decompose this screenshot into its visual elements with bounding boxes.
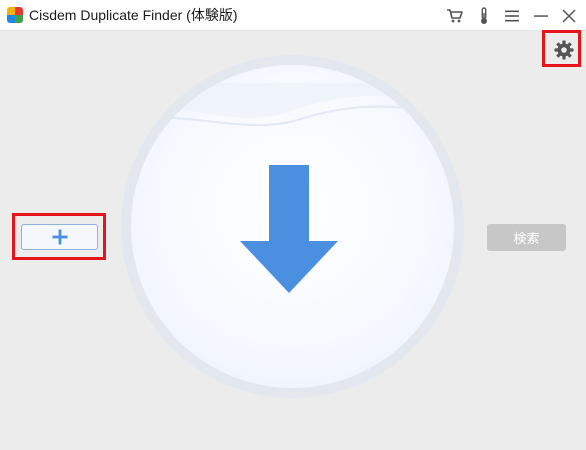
arrow-down-icon xyxy=(240,165,338,293)
menu-icon[interactable] xyxy=(501,5,523,27)
minimize-icon[interactable] xyxy=(530,5,552,27)
thermometer-icon[interactable] xyxy=(473,5,495,27)
plus-icon xyxy=(52,229,67,245)
cart-icon[interactable] xyxy=(444,5,466,27)
search-button[interactable]: 検索 xyxy=(487,224,566,251)
close-icon[interactable] xyxy=(558,5,580,27)
add-folder-button[interactable] xyxy=(21,224,98,250)
gear-icon xyxy=(554,40,574,60)
window-title: Cisdem Duplicate Finder (体験版) xyxy=(29,7,238,23)
settings-button[interactable] xyxy=(552,38,576,62)
app-window: Cisdem Duplicate Finder (体験版) 検索 xyxy=(0,0,586,450)
app-logo-icon xyxy=(7,7,23,23)
wave-decoration xyxy=(131,83,454,127)
title-bar: Cisdem Duplicate Finder (体験版) xyxy=(0,0,586,31)
